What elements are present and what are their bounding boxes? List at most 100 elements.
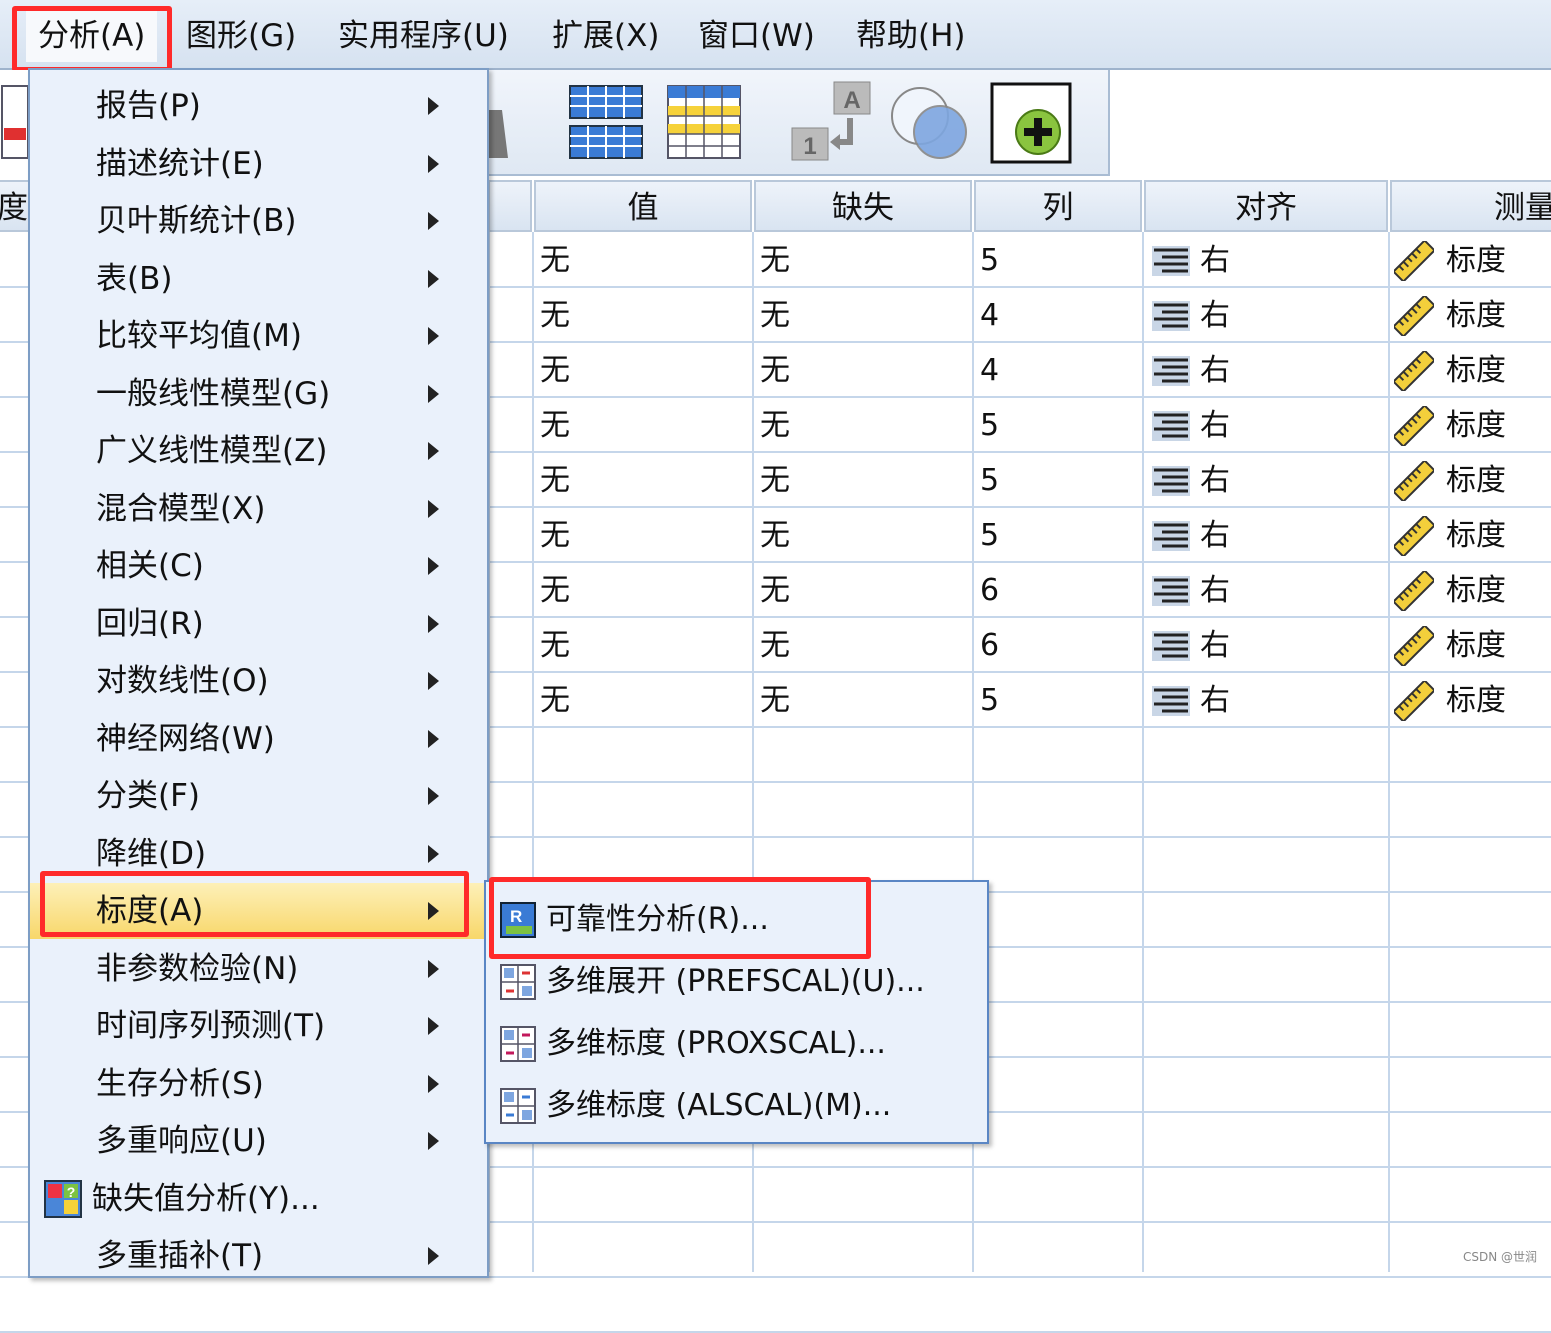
- menu-item-forecasting[interactable]: 时间序列预测(T): [30, 998, 487, 1054]
- menu-item-label: 神经网络(W): [96, 720, 275, 757]
- header-align[interactable]: 对齐: [1144, 180, 1388, 232]
- menu-item-mixed-models[interactable]: 混合模型(X): [30, 481, 487, 537]
- cell-columns[interactable]: 5: [980, 509, 999, 563]
- data-view-icon[interactable]: [0, 84, 30, 164]
- submenu-item-prefscal[interactable]: 多维展开 (PREFSCAL)(U)...: [486, 952, 987, 1012]
- menu-item-compare-means[interactable]: 比较平均值(M): [30, 308, 487, 364]
- header-missing[interactable]: 缺失: [754, 180, 972, 232]
- add-icon[interactable]: [990, 82, 1072, 164]
- cell-columns[interactable]: 5: [980, 454, 999, 508]
- menu-item-tables[interactable]: 表(B): [30, 251, 487, 307]
- cell-values[interactable]: 无: [540, 289, 570, 343]
- cell-values[interactable]: 无: [540, 454, 570, 508]
- menu-item-report[interactable]: 报告(P): [30, 78, 487, 134]
- cell-align[interactable]: 右: [1200, 344, 1230, 398]
- cell-measure[interactable]: 标度: [1446, 674, 1506, 728]
- chevron-right-icon: [428, 1247, 439, 1265]
- menu-item-neural-networks[interactable]: 神经网络(W): [30, 711, 487, 767]
- cell-measure[interactable]: 标度: [1446, 344, 1506, 398]
- select-cases-icon[interactable]: [666, 84, 742, 162]
- submenu-item-label: 多维展开 (PREFSCAL)(U)...: [546, 964, 925, 999]
- cell-missing[interactable]: 无: [760, 454, 790, 508]
- cell-measure[interactable]: 标度: [1446, 619, 1506, 673]
- cell-missing[interactable]: 无: [760, 234, 790, 288]
- svg-text:A: A: [843, 87, 860, 114]
- cell-measure[interactable]: 标度: [1446, 454, 1506, 508]
- menu-utilities[interactable]: 实用程序(U): [338, 10, 509, 62]
- menu-item-loglinear[interactable]: 对数线性(O): [30, 653, 487, 709]
- cell-measure[interactable]: 标度: [1446, 509, 1506, 563]
- menu-item-missing-value-analysis[interactable]: ? 缺失值分析(Y)...: [30, 1171, 487, 1227]
- cell-missing[interactable]: 无: [760, 564, 790, 618]
- menu-item-glm[interactable]: 一般线性模型(G): [30, 366, 487, 422]
- menu-item-multiple-imputation[interactable]: 多重插补(T): [30, 1228, 487, 1284]
- header-values[interactable]: 值: [534, 180, 752, 232]
- cell-columns[interactable]: 4: [980, 289, 999, 343]
- cell-align[interactable]: 右: [1200, 234, 1230, 288]
- value-labels-icon[interactable]: A 1: [790, 80, 876, 164]
- cell-align[interactable]: 右: [1200, 619, 1230, 673]
- cell-missing[interactable]: 无: [760, 344, 790, 398]
- cell-measure[interactable]: 标度: [1446, 289, 1506, 343]
- cell-missing[interactable]: 无: [760, 674, 790, 728]
- menu-extensions[interactable]: 扩展(X): [552, 10, 659, 62]
- align-right-icon: [1152, 686, 1190, 716]
- menu-window[interactable]: 窗口(W): [698, 10, 815, 62]
- cell-align[interactable]: 右: [1200, 564, 1230, 618]
- menu-item-label: 相关(C): [96, 548, 204, 584]
- cell-align[interactable]: 右: [1200, 509, 1230, 563]
- cell-values[interactable]: 无: [540, 344, 570, 398]
- submenu-item-label: 多维标度 (PROXSCAL)...: [546, 1026, 886, 1061]
- cell-columns[interactable]: 4: [980, 344, 999, 398]
- cell-missing[interactable]: 无: [760, 399, 790, 453]
- cell-values[interactable]: 无: [540, 619, 570, 673]
- header-columns[interactable]: 列: [974, 180, 1142, 232]
- menu-graphs[interactable]: 图形(G): [186, 10, 296, 62]
- menu-item-generalized-linear[interactable]: 广义线性模型(Z): [30, 423, 487, 479]
- submenu-item-alscal[interactable]: 多维标度 (ALSCAL)(M)...: [486, 1076, 987, 1136]
- menu-item-correlate[interactable]: 相关(C): [30, 538, 487, 594]
- scale-ruler-icon: [1394, 681, 1434, 721]
- cell-align[interactable]: 右: [1200, 289, 1230, 343]
- cell-missing[interactable]: 无: [760, 289, 790, 343]
- header-measure[interactable]: 测量: [1390, 180, 1551, 232]
- cell-values[interactable]: 无: [540, 564, 570, 618]
- scale-ruler-icon: [1394, 461, 1434, 501]
- cell-columns[interactable]: 5: [980, 674, 999, 728]
- menu-item-multiple-response[interactable]: 多重响应(U): [30, 1113, 487, 1169]
- chevron-right-icon: [428, 97, 439, 115]
- cell-values[interactable]: 无: [540, 234, 570, 288]
- variable-sets-icon[interactable]: [888, 80, 974, 164]
- cell-values[interactable]: 无: [540, 399, 570, 453]
- cell-align[interactable]: 右: [1200, 674, 1230, 728]
- cell-measure[interactable]: 标度: [1446, 399, 1506, 453]
- scale-ruler-icon: [1394, 571, 1434, 611]
- cell-measure[interactable]: 标度: [1446, 234, 1506, 288]
- cell-columns[interactable]: 6: [980, 564, 999, 618]
- cell-values[interactable]: 无: [540, 674, 570, 728]
- cell-missing[interactable]: 无: [760, 619, 790, 673]
- grid-column-divider: [1388, 232, 1390, 1272]
- scale-ruler-icon: [1394, 241, 1434, 281]
- menu-item-classify[interactable]: 分类(F): [30, 768, 487, 824]
- menu-item-regression[interactable]: 回归(R): [30, 596, 487, 652]
- cell-missing[interactable]: 无: [760, 509, 790, 563]
- cell-align[interactable]: 右: [1200, 454, 1230, 508]
- chevron-right-icon: [428, 442, 439, 460]
- menu-item-descriptive[interactable]: 描述统计(E): [30, 136, 487, 192]
- cell-measure[interactable]: 标度: [1446, 564, 1506, 618]
- cell-columns[interactable]: 5: [980, 399, 999, 453]
- cell-align[interactable]: 右: [1200, 399, 1230, 453]
- chevron-right-icon: [428, 1074, 439, 1093]
- weight-icon[interactable]: [488, 92, 510, 162]
- cell-values[interactable]: 无: [540, 509, 570, 563]
- menu-help[interactable]: 帮助(H): [856, 10, 966, 62]
- menu-item-nonparametric[interactable]: 非参数检验(N): [30, 941, 487, 997]
- submenu-item-proxscal[interactable]: 多维标度 (PROXSCAL)...: [486, 1014, 987, 1074]
- cell-columns[interactable]: 6: [980, 619, 999, 673]
- menu-item-bayesian[interactable]: 贝叶斯统计(B): [30, 193, 487, 249]
- menu-item-survival[interactable]: 生存分析(S): [30, 1056, 487, 1112]
- cell-columns[interactable]: 5: [980, 234, 999, 288]
- header-partial[interactable]: [488, 180, 532, 232]
- split-file-icon[interactable]: [568, 84, 644, 162]
